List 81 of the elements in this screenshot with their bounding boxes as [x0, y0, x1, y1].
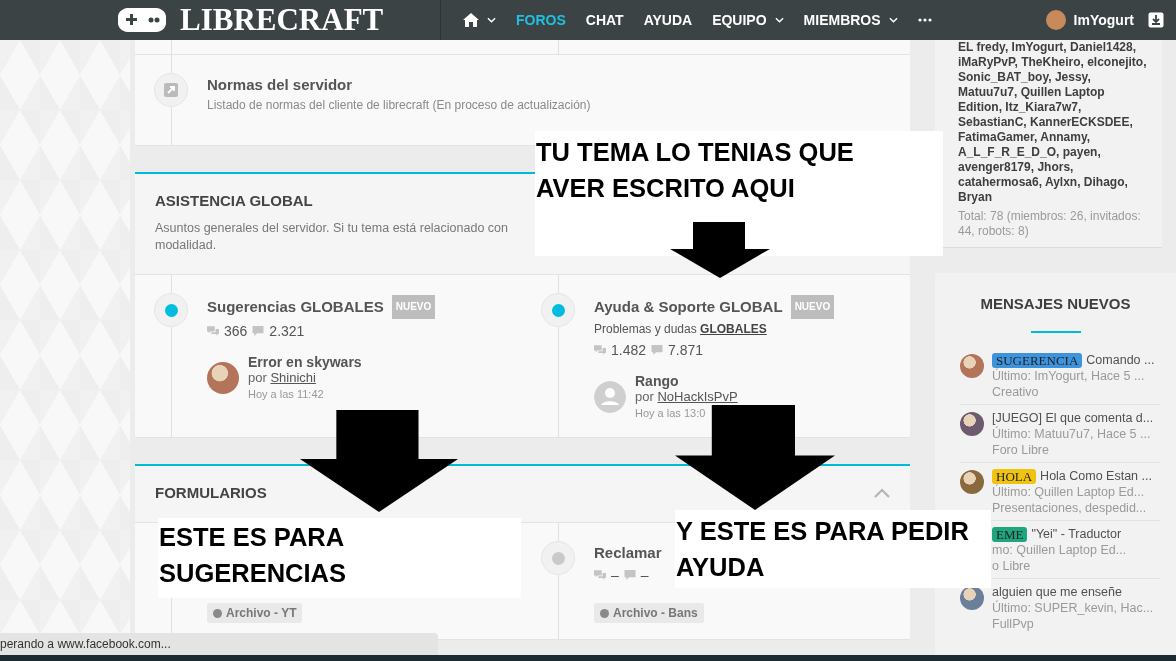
- online-total: Total: 78 (miembros: 26, invitados: 44, robots: 8): [958, 209, 1142, 239]
- post-author: por NoHackIsPvP: [635, 389, 738, 405]
- speech-bubble-icon: [651, 344, 664, 356]
- chevron-down-icon: [774, 17, 784, 23]
- nav-tab[interactable]: AYUDA: [643, 12, 693, 28]
- nav-tab[interactable]: EQUIPO: [712, 12, 784, 28]
- thread-count: 366: [224, 322, 248, 340]
- topic-tag: HOLA: [992, 468, 1037, 484]
- post-meta: Último: Matuu7u7, Hace 5 ...: [992, 426, 1152, 442]
- status-bar: perando a www.facebook.com...: [0, 633, 438, 655]
- thread-title[interactable]: Error en skywars: [248, 354, 362, 370]
- more-icon: [917, 18, 932, 22]
- topic-tag: SUGERENCIA: [992, 352, 1083, 368]
- nav-tab[interactable]: CHAT: [585, 12, 624, 28]
- thread-title[interactable]: Hola Como Estan ...: [1040, 468, 1152, 484]
- post-meta: Último: SUPER_kevin, Hac...: [992, 600, 1155, 616]
- post-author: por Shinichi: [248, 370, 317, 386]
- user-link[interactable]: Shinichi: [270, 370, 316, 385]
- post-item[interactable]: [JUEGO] El que comenta d... Último: Matuu7u7, Hace 5 ... Foro Libre: [960, 405, 1160, 463]
- post-time: Hoy a las 11:42: [248, 387, 325, 402]
- archive-tag[interactable]: Archivo - YT: [207, 603, 303, 623]
- thread-count: 1.482: [611, 341, 647, 359]
- online-members: EL fredy, ImYogurt, Daniel1428, iMaRyPvP, TheKheiro, elconejito, Sonic_BAT_boy, Jessy, Matuu7u7, Quillen Laptop Edition, Itz_Kiara7w7, SebastianC, KannerECKSDEE, FatimaGamer, Annamy, A_L_F_R_E_D_O, payen, avenger8179, Jhors, catahermosa6, Aylxn, Dihago, Bryan: [958, 40, 1148, 205]
- nav-tab[interactable]: MIEMBROS: [803, 12, 898, 28]
- forum-title[interactable]: Ayuda & Soporte GLOBAL: [594, 297, 783, 317]
- thread-title[interactable]: [JUEGO] El que comenta d...: [992, 410, 1154, 426]
- category-title[interactable]: ASISTENCIA GLOBAL: [155, 192, 508, 210]
- speech-bubble-icon: [252, 325, 265, 337]
- speech-bubbles-icon: [594, 344, 606, 356]
- site-logo[interactable]: LIBRECRAFT: [180, 2, 384, 38]
- speech-bubbles-icon: [207, 325, 219, 337]
- gamepad-icon[interactable]: [118, 8, 166, 32]
- post-item[interactable]: SUGERENCIA Comando ... Último: ImYogurt, Hace 5 ... Creativo: [960, 347, 1160, 405]
- forum-description: Listado de normas del cliente de librecraft (En proceso de actualización): [207, 97, 592, 114]
- category-description: modalidad.: [155, 237, 218, 254]
- thread-title[interactable]: alguien que me enseñe: [992, 584, 1122, 600]
- annotation-note: ESTE ES PARA SUGERENCIAS: [158, 518, 521, 598]
- post-meta: Último: Quillen Laptop Ed...: [992, 484, 1146, 500]
- message-count: 2.321: [269, 322, 305, 340]
- message-count: 7.871: [668, 341, 704, 359]
- post-meta: mo: Quillen Laptop Ed...: [992, 542, 1128, 558]
- forum-description: Problemas y dudas GLOBALES: [594, 321, 768, 338]
- category-title[interactable]: FORMULARIOS: [155, 484, 267, 502]
- archive-tag[interactable]: Archivo - Bans: [594, 603, 704, 623]
- annotation-note: TU TEMA LO TENIAS QUE AVER ESCRITO AQUI: [535, 131, 943, 256]
- avatar[interactable]: [960, 412, 984, 436]
- download-icon[interactable]: [1148, 12, 1164, 28]
- home-icon: [463, 13, 479, 27]
- avatar[interactable]: [207, 362, 239, 394]
- panel-title: MENSAJES NUEVOS: [979, 295, 1132, 312]
- avatar[interactable]: [960, 586, 984, 610]
- thread-count: –: [611, 566, 619, 584]
- category-description: Asuntos generales del servidor. Si tu tema está relacionado con: [155, 220, 508, 237]
- thread-title[interactable]: Comando ...: [1086, 352, 1155, 368]
- chevron-down-icon: [888, 17, 898, 23]
- nav-tab[interactable]: [463, 13, 496, 27]
- post-time: Hoy a las 13:0: [635, 406, 707, 421]
- thread-title[interactable]: Rango: [635, 373, 738, 389]
- nav-tab[interactable]: [917, 18, 932, 22]
- avatar[interactable]: [1045, 10, 1066, 30]
- forum-title[interactable]: Reclamar: [594, 543, 662, 563]
- thread-title[interactable]: "Yei" - Traductor: [1031, 526, 1122, 542]
- link[interactable]: GLOBALES: [700, 322, 767, 336]
- forum-title[interactable]: Normas del servidor: [207, 75, 353, 95]
- post-meta: Último: ImYogurt, Hace 5 ...: [992, 368, 1146, 384]
- avatar[interactable]: [960, 470, 984, 494]
- new-badge: NUEVO: [790, 295, 835, 319]
- post-item[interactable]: EME "Yei" - Traductor mo: Quillen Laptop Ed... o Libre: [992, 521, 1160, 579]
- forum-title[interactable]: Sugerencias GLOBALES: [207, 297, 384, 317]
- avatar[interactable]: [960, 354, 984, 378]
- speech-bubbles-icon: [594, 569, 606, 581]
- user-link[interactable]: NoHackIsPvP: [657, 389, 738, 404]
- chevron-down-icon: [487, 17, 496, 23]
- nav-tab[interactable]: FOROS: [516, 12, 566, 28]
- speech-bubble-icon: [623, 569, 636, 581]
- topic-tag: EME: [992, 526, 1028, 542]
- arrow-icon: [164, 83, 178, 97]
- annotation-note: Y ESTE ES PARA PEDIR AYUDA: [675, 510, 991, 588]
- message-count: –: [640, 566, 649, 584]
- username[interactable]: ImYogurt: [1073, 12, 1134, 28]
- new-badge: NUEVO: [391, 295, 436, 319]
